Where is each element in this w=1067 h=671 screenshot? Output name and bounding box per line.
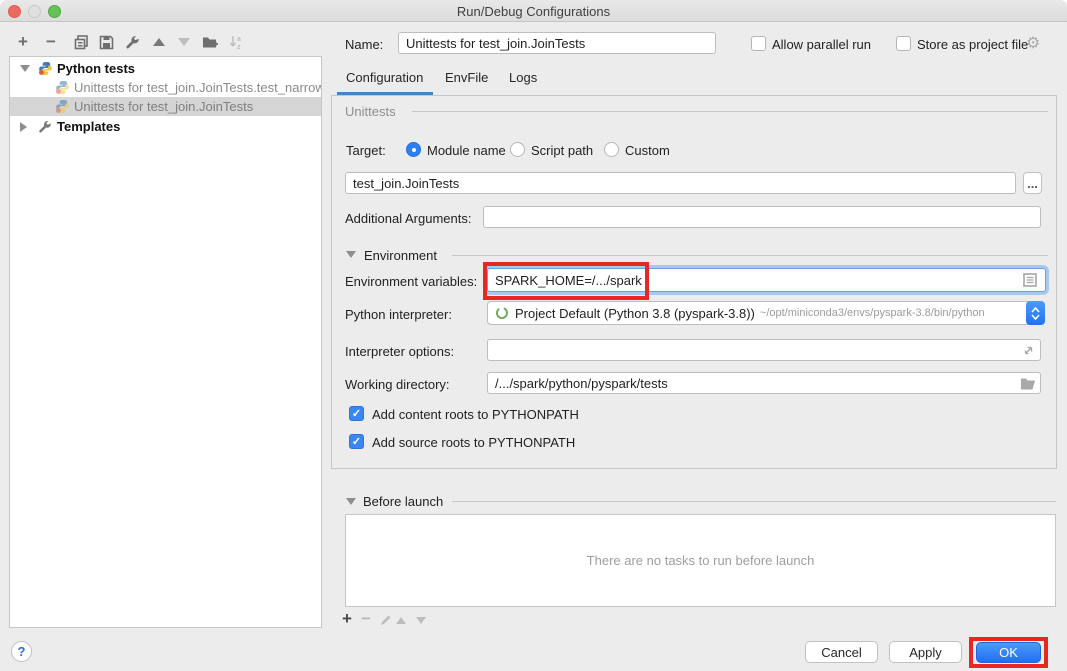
- tree-item-label: Templates: [57, 119, 120, 134]
- working-directory-input[interactable]: /.../spark/python/pyspark/tests: [487, 372, 1041, 394]
- help-button[interactable]: ?: [11, 641, 32, 662]
- target-module-name-radio[interactable]: [406, 142, 421, 157]
- tab-logs[interactable]: Logs: [509, 70, 537, 85]
- unittests-section-label: Unittests: [345, 104, 404, 119]
- tree-item-test-narrow[interactable]: Unittests for test_join.JoinTests.test_n…: [10, 78, 321, 97]
- add-source-roots-label: Add source roots to PYTHONPATH: [372, 435, 575, 450]
- sort-alphabetically-icon[interactable]: az: [228, 33, 246, 51]
- templates-wrench-icon: [37, 119, 52, 134]
- gear-icon[interactable]: ⚙: [1026, 33, 1040, 52]
- expand-arrow-icon[interactable]: [20, 122, 27, 132]
- python-interpreter-value: Project Default (Python 3.8 (pyspark-3.8…: [515, 306, 755, 321]
- target-label: Target:: [346, 143, 386, 158]
- title-bar: Run/Debug Configurations: [0, 0, 1067, 22]
- additional-arguments-label: Additional Arguments:: [345, 211, 471, 226]
- run-debug-configurations-dialog: Run/Debug Configurations + − az Python t…: [0, 0, 1067, 671]
- allow-parallel-run-checkbox[interactable]: [751, 36, 766, 51]
- tree-item-label: Unittests for test_join.JoinTests: [74, 99, 253, 114]
- python-interpreter-path: ~/opt/miniconda3/envs/pyspark-3.8/bin/py…: [760, 307, 985, 319]
- python-tests-icon: [55, 80, 70, 95]
- interpreter-dropdown-stepper-icon[interactable]: [1026, 301, 1045, 325]
- before-launch-section-line: [452, 501, 1056, 502]
- tree-item-label: Python tests: [57, 61, 135, 76]
- environment-variables-label: Environment variables:: [345, 274, 477, 289]
- tree-item-jointests-selected[interactable]: Unittests for test_join.JoinTests: [10, 97, 321, 116]
- new-folder-icon[interactable]: [201, 33, 219, 51]
- collapse-arrow-icon[interactable]: [20, 65, 30, 72]
- allow-parallel-run-label: Allow parallel run: [772, 37, 871, 52]
- move-down-icon[interactable]: [175, 33, 193, 51]
- move-up-icon[interactable]: [150, 33, 168, 51]
- before-launch-section-label: Before launch: [363, 494, 443, 509]
- before-launch-add-icon[interactable]: +: [338, 610, 356, 628]
- unittests-section-line: [412, 111, 1048, 112]
- browse-folder-icon[interactable]: [1020, 377, 1036, 390]
- environment-section-label: Environment: [364, 248, 437, 263]
- edit-templates-wrench-icon[interactable]: [123, 33, 141, 51]
- browse-module-button[interactable]: ...: [1023, 172, 1042, 194]
- cancel-button[interactable]: Cancel: [805, 641, 878, 663]
- expand-field-icon[interactable]: [1022, 344, 1035, 357]
- python-tests-icon: [55, 99, 70, 114]
- window-title: Run/Debug Configurations: [0, 4, 1067, 19]
- before-launch-move-down-icon[interactable]: [412, 611, 430, 629]
- copy-icon[interactable]: [72, 33, 90, 51]
- tab-configuration[interactable]: Configuration: [346, 70, 423, 85]
- svg-text:z: z: [237, 44, 241, 50]
- python-interpreter-select[interactable]: Project Default (Python 3.8 (pyspark-3.8…: [487, 301, 1033, 325]
- working-directory-label: Working directory:: [345, 377, 450, 392]
- module-name-input[interactable]: test_join.JoinTests: [345, 172, 1016, 194]
- before-launch-move-up-icon[interactable]: [392, 611, 410, 629]
- apply-button[interactable]: Apply: [889, 641, 962, 663]
- save-icon[interactable]: [97, 33, 115, 51]
- add-source-roots-checkbox[interactable]: ✓: [349, 434, 364, 449]
- add-content-roots-checkbox[interactable]: ✓: [349, 406, 364, 421]
- tree-item-label: Unittests for test_join.JoinTests.test_n…: [74, 80, 322, 95]
- tree-item-templates[interactable]: Templates: [10, 117, 321, 136]
- environment-variables-input[interactable]: SPARK_HOME=/.../spark: [487, 268, 1046, 292]
- configurations-tree: Python tests Unittests for test_join.Joi…: [9, 56, 322, 628]
- target-script-path-radio[interactable]: [510, 142, 525, 157]
- interpreter-options-input[interactable]: [487, 339, 1041, 361]
- tree-item-python-tests[interactable]: Python tests: [10, 59, 321, 78]
- ok-button[interactable]: OK: [976, 642, 1041, 663]
- browse-environment-variables-icon[interactable]: [1023, 273, 1037, 287]
- target-custom-label: Custom: [625, 143, 670, 158]
- environment-section-line: [452, 255, 1048, 256]
- store-as-project-file-label: Store as project file: [917, 37, 1028, 52]
- checkmark-icon: ✓: [352, 435, 361, 448]
- add-icon[interactable]: +: [14, 33, 32, 51]
- name-label: Name:: [345, 37, 383, 52]
- environment-variables-value: SPARK_HOME=/.../spark: [495, 273, 642, 288]
- conda-environment-icon: [495, 306, 509, 320]
- tab-envfile[interactable]: EnvFile: [445, 70, 488, 85]
- target-custom-radio[interactable]: [604, 142, 619, 157]
- additional-arguments-input[interactable]: [483, 206, 1041, 228]
- store-as-project-file-checkbox[interactable]: [896, 36, 911, 51]
- interpreter-options-label: Interpreter options:: [345, 344, 454, 359]
- checkmark-icon: ✓: [352, 407, 361, 420]
- name-input[interactable]: Unittests for test_join.JoinTests: [398, 32, 716, 54]
- before-launch-remove-icon[interactable]: −: [357, 610, 375, 628]
- python-interpreter-label: Python interpreter:: [345, 307, 452, 322]
- python-tests-icon: [38, 61, 53, 76]
- add-content-roots-label: Add content roots to PYTHONPATH: [372, 407, 579, 422]
- svg-text:a: a: [237, 36, 241, 43]
- remove-icon[interactable]: −: [42, 33, 60, 51]
- target-module-name-label: Module name: [427, 143, 506, 158]
- before-launch-empty-message: There are no tasks to run before launch: [346, 553, 1055, 568]
- environment-collapse-icon[interactable]: [346, 251, 356, 258]
- before-launch-collapse-icon[interactable]: [346, 498, 356, 505]
- target-script-path-label: Script path: [531, 143, 593, 158]
- before-launch-task-list: There are no tasks to run before launch: [345, 514, 1056, 607]
